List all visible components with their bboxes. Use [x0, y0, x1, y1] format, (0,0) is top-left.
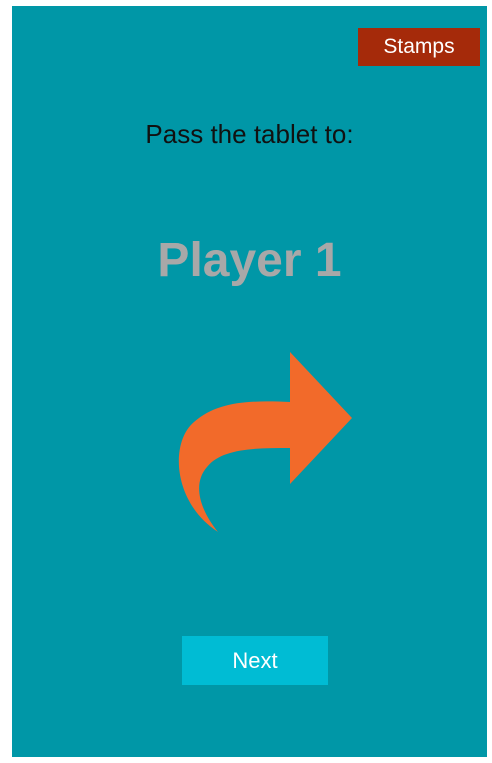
arrow-shape — [178, 352, 352, 532]
app-screen: Stamps Pass the tablet to: Player 1 Next — [12, 6, 487, 757]
pass-prompt: Pass the tablet to: — [145, 119, 354, 149]
player-name: Player 1 — [157, 234, 342, 287]
stamps-button[interactable]: Stamps — [358, 28, 480, 66]
next-button[interactable]: Next — [182, 636, 328, 685]
curved-forward-arrow-icon — [178, 352, 352, 532]
